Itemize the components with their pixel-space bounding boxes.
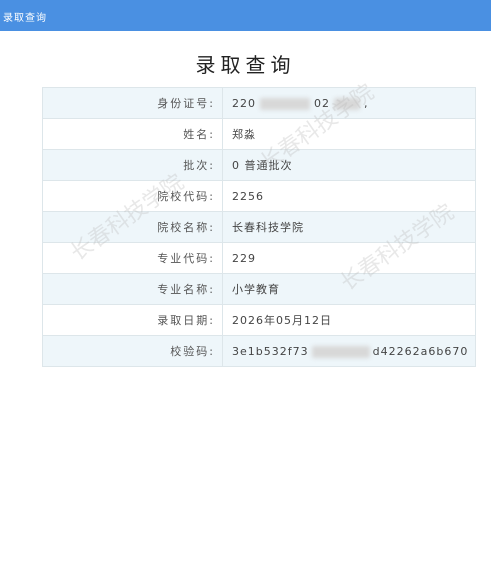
name-label: 姓名: [42,118,223,150]
window-title: 录取查询 [3,13,47,24]
major-code-label: 专业代码: [42,242,223,274]
id-number-middle: 02 [314,96,330,110]
checksum-suffix: d42262a6b670 [372,344,469,358]
admission-date-value: 2026年05月12日 [222,304,476,336]
masked-region [334,97,360,110]
page-title: 录取查询 [195,53,296,77]
table-row: 姓名: 郑淼 [42,118,476,150]
checksum-value: 3e1b532f73 d42262a6b670 [222,335,476,367]
table-row: 批次: 0 普通批次 [42,149,476,181]
checksum-prefix: 3e1b532f73 [232,344,309,358]
major-name-label: 专业名称: [42,273,223,305]
id-number-label: 身份证号: [42,87,223,119]
school-name-value: 长春科技学院 [222,211,476,243]
table-row: 院校代码: 2256 [42,180,476,212]
school-code-value: 2256 [222,180,476,212]
admission-date-label: 录取日期: [42,304,223,336]
school-name-label: 院校名称: [42,211,223,243]
major-name-value: 小学教育 [222,273,476,305]
top-bar: 录取查询 [0,0,491,31]
batch-label: 批次: [42,149,223,181]
major-code-value: 229 [222,242,476,274]
admission-result-table: 身份证号: 220 02, 姓名: 郑淼 批次: 0 普通批次 院校代码: 225… [42,87,476,367]
table-row: 专业名称: 小学教育 [42,273,476,305]
table-row: 录取日期: 2026年05月12日 [42,304,476,336]
name-value: 郑淼 [222,118,476,150]
batch-value: 0 普通批次 [222,149,476,181]
id-number-prefix: 220 [232,96,256,110]
table-row: 校验码: 3e1b532f73 d42262a6b670 [42,335,476,367]
id-number-value: 220 02, [222,87,476,119]
masked-region [260,97,310,110]
table-row: 身份证号: 220 02, [42,87,476,119]
checksum-label: 校验码: [42,335,223,367]
id-number-suffix: , [364,96,369,110]
school-code-label: 院校代码: [42,180,223,212]
table-row: 专业代码: 229 [42,242,476,274]
table-row: 院校名称: 长春科技学院 [42,211,476,243]
masked-region [311,345,370,358]
